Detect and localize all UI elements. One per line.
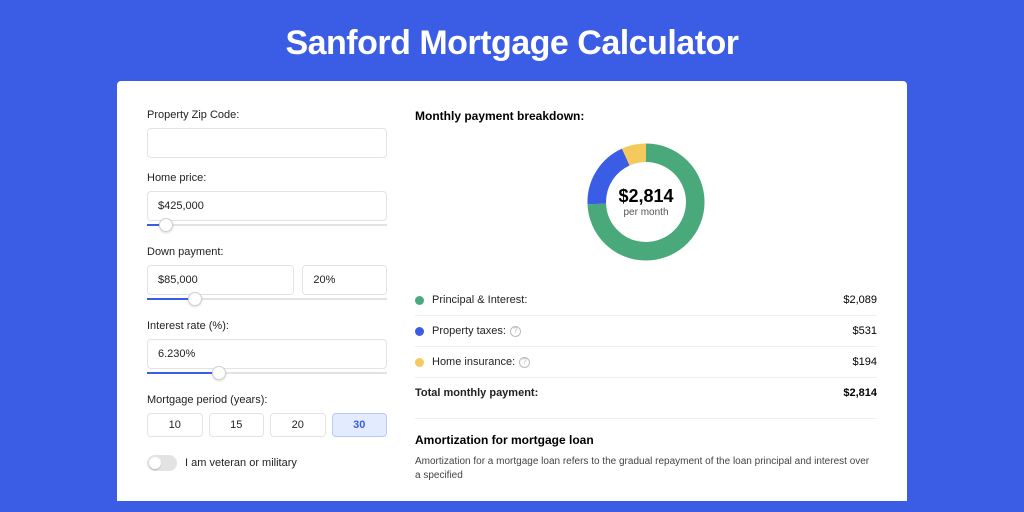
donut-amount: $2,814	[618, 186, 673, 207]
total-row: Total monthly payment: $2,814	[415, 378, 877, 408]
period-option-15[interactable]: 15	[209, 413, 265, 437]
rate-label: Interest rate (%):	[147, 320, 387, 332]
period-option-30[interactable]: 30	[332, 413, 388, 437]
zip-input[interactable]	[147, 128, 387, 158]
period-field: Mortgage period (years): 10152030	[147, 394, 387, 437]
legend-dot	[415, 327, 424, 336]
legend-row: Principal & Interest:$2,089	[415, 285, 877, 316]
legend-row: Home insurance:?$194	[415, 347, 877, 378]
legend-label: Home insurance:?	[432, 356, 853, 368]
veteran-toggle[interactable]	[147, 455, 177, 471]
zip-field: Property Zip Code:	[147, 109, 387, 158]
amortization-text: Amortization for a mortgage loan refers …	[415, 455, 877, 483]
total-label: Total monthly payment:	[415, 387, 843, 399]
rate-field: Interest rate (%):	[147, 320, 387, 380]
amortization-title: Amortization for mortgage loan	[415, 433, 877, 447]
down-label: Down payment:	[147, 246, 387, 258]
price-slider[interactable]	[147, 220, 387, 232]
legend-dot	[415, 358, 424, 367]
period-label: Mortgage period (years):	[147, 394, 387, 406]
rate-slider[interactable]	[147, 368, 387, 380]
page-title: Sanford Mortgage Calculator	[0, 0, 1024, 81]
legend-label: Principal & Interest:	[432, 294, 843, 306]
veteran-row: I am veteran or military	[147, 455, 387, 471]
period-option-10[interactable]: 10	[147, 413, 203, 437]
amortization-section: Amortization for mortgage loan Amortizat…	[415, 418, 877, 483]
rate-input[interactable]	[147, 339, 387, 369]
price-label: Home price:	[147, 172, 387, 184]
info-icon[interactable]: ?	[519, 357, 530, 368]
down-pct-input[interactable]	[302, 265, 387, 295]
price-input[interactable]	[147, 191, 387, 221]
price-field: Home price:	[147, 172, 387, 232]
down-amount-input[interactable]	[147, 265, 294, 295]
legend-label: Property taxes:?	[432, 325, 853, 337]
input-form: Property Zip Code: Home price: Down paym…	[147, 109, 387, 501]
legend-value: $194	[853, 356, 877, 368]
legend-row: Property taxes:?$531	[415, 316, 877, 347]
legend-value: $2,089	[843, 294, 877, 306]
payment-donut-chart: $2,814 per month	[581, 137, 711, 267]
legend-value: $531	[853, 325, 877, 337]
calculator-card: Property Zip Code: Home price: Down paym…	[117, 81, 907, 501]
info-icon[interactable]: ?	[510, 326, 521, 337]
down-slider[interactable]	[147, 294, 387, 306]
zip-label: Property Zip Code:	[147, 109, 387, 121]
veteran-label: I am veteran or military	[185, 457, 297, 469]
period-options: 10152030	[147, 413, 387, 437]
down-field: Down payment:	[147, 246, 387, 306]
breakdown-legend: Principal & Interest:$2,089Property taxe…	[415, 285, 877, 378]
total-value: $2,814	[843, 387, 877, 399]
donut-sub: per month	[623, 207, 668, 218]
period-option-20[interactable]: 20	[270, 413, 326, 437]
breakdown-panel: Monthly payment breakdown: $2,814 per mo…	[415, 109, 877, 501]
legend-dot	[415, 296, 424, 305]
breakdown-title: Monthly payment breakdown:	[415, 109, 877, 123]
